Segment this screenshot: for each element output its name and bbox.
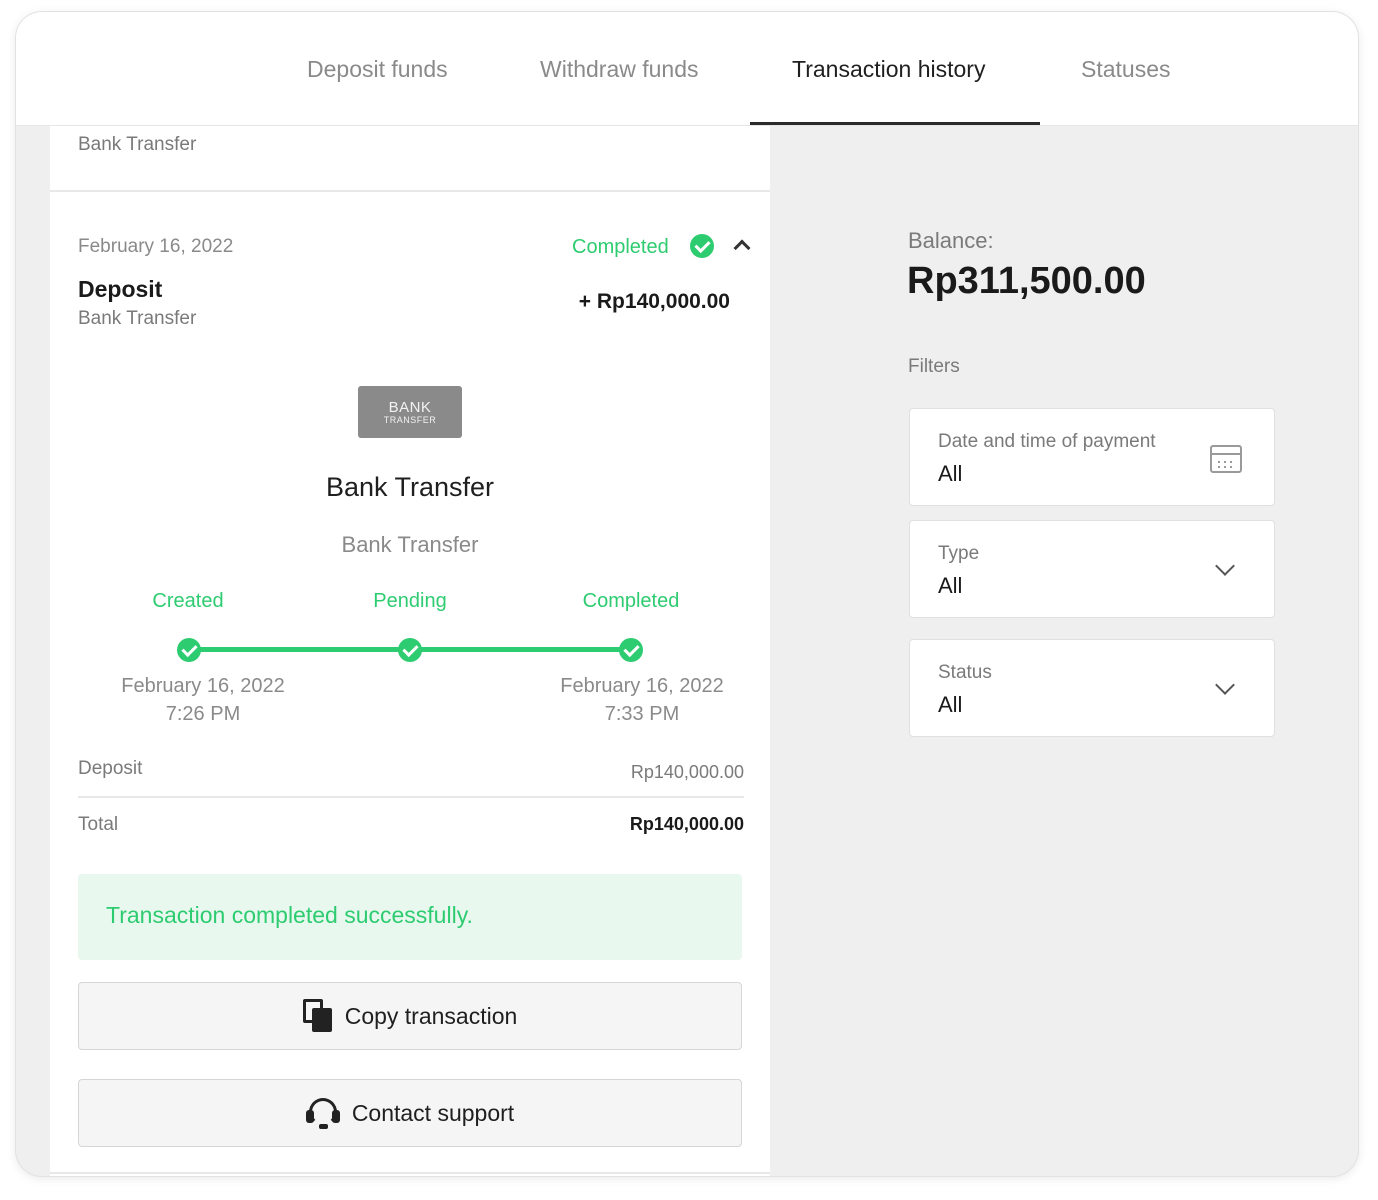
step-created-check-icon — [177, 638, 201, 662]
divider — [50, 1172, 770, 1174]
step-completed-check-icon — [619, 638, 643, 662]
chevron-down-icon[interactable] — [1215, 675, 1235, 695]
logo-line-2: TRANSFER — [383, 414, 437, 425]
tab-deposit-funds[interactable]: Deposit funds — [307, 56, 448, 83]
bank-transfer-logo: BANK TRANSFER — [358, 386, 462, 438]
deposit-row-value: Rp140,000.00 — [630, 762, 744, 782]
step-completed-timestamp: February 16, 2022 7:33 PM — [532, 672, 752, 728]
total-row-value: Rp140,000.00 — [629, 814, 744, 834]
step-pending-label: Pending — [373, 590, 447, 612]
app-window: Deposit funds Withdraw funds Transaction… — [16, 12, 1358, 1176]
step-completed-date: February 16, 2022 — [560, 675, 724, 697]
filter-status-value: All — [938, 692, 963, 717]
filter-status-label: Status — [938, 662, 992, 683]
tab-transaction-history[interactable]: Transaction history — [792, 56, 985, 83]
filter-type[interactable]: Type All — [909, 520, 1275, 618]
contact-support-button[interactable]: Contact support — [78, 1079, 742, 1147]
divider — [78, 796, 744, 798]
transaction-amount: + Rp140,000.00 — [578, 290, 730, 313]
filter-status[interactable]: Status All — [909, 639, 1275, 737]
previous-item-method: Bank Transfer — [78, 134, 197, 155]
check-circle-icon — [690, 234, 714, 258]
contact-support-label: Contact support — [351, 1099, 515, 1126]
filter-type-label: Type — [938, 543, 980, 564]
step-created-label: Created — [152, 590, 224, 612]
tab-withdraw-funds[interactable]: Withdraw funds — [540, 56, 699, 83]
transaction-date: February 16, 2022 — [78, 236, 234, 257]
tab-bar: Deposit funds Withdraw funds Transaction… — [16, 12, 1358, 126]
headset-icon — [305, 1096, 340, 1130]
transaction-method: Bank Transfer — [78, 308, 197, 329]
status-badge: Completed — [572, 236, 669, 258]
chevron-up-icon[interactable] — [733, 239, 751, 257]
step-completed-time: 7:33 PM — [604, 703, 680, 725]
filter-type-value: All — [938, 573, 963, 598]
step-completed-label: Completed — [582, 590, 680, 612]
copy-icon — [302, 999, 333, 1033]
logo-line-1: BANK — [388, 398, 432, 416]
step-created-date: February 16, 2022 — [121, 675, 285, 697]
tab-statuses[interactable]: Statuses — [1081, 56, 1171, 83]
step-created-time: 7:26 PM — [165, 703, 241, 725]
total-row-label: Total — [78, 814, 119, 835]
balance-label: Balance: — [908, 228, 994, 253]
step-created-timestamp: February 16, 2022 7:26 PM — [93, 672, 313, 728]
active-tab-indicator — [750, 122, 1040, 125]
filter-date-time-value: All — [938, 461, 963, 486]
payment-method-name: Bank Transfer — [325, 472, 495, 502]
copy-transaction-button[interactable]: Copy transaction — [78, 982, 742, 1050]
calendar-icon[interactable] — [1210, 445, 1242, 473]
filter-date-time[interactable]: Date and time of payment All — [909, 408, 1275, 506]
transaction-panel: Bank Transfer February 16, 2022 Complete… — [50, 126, 770, 1176]
divider — [50, 190, 770, 192]
deposit-row-label: Deposit — [78, 758, 143, 779]
filters-label: Filters — [908, 356, 960, 377]
copy-transaction-label: Copy transaction — [344, 1002, 518, 1029]
transaction-type: Deposit — [78, 276, 163, 302]
chevron-down-icon[interactable] — [1215, 556, 1235, 576]
success-message: Transaction completed successfully. — [78, 874, 742, 960]
step-pending-check-icon — [398, 638, 422, 662]
balance-value: Rp311,500.00 — [907, 260, 1146, 302]
filter-date-time-label: Date and time of payment — [938, 431, 1156, 452]
payment-method-subtitle: Bank Transfer — [341, 532, 479, 557]
